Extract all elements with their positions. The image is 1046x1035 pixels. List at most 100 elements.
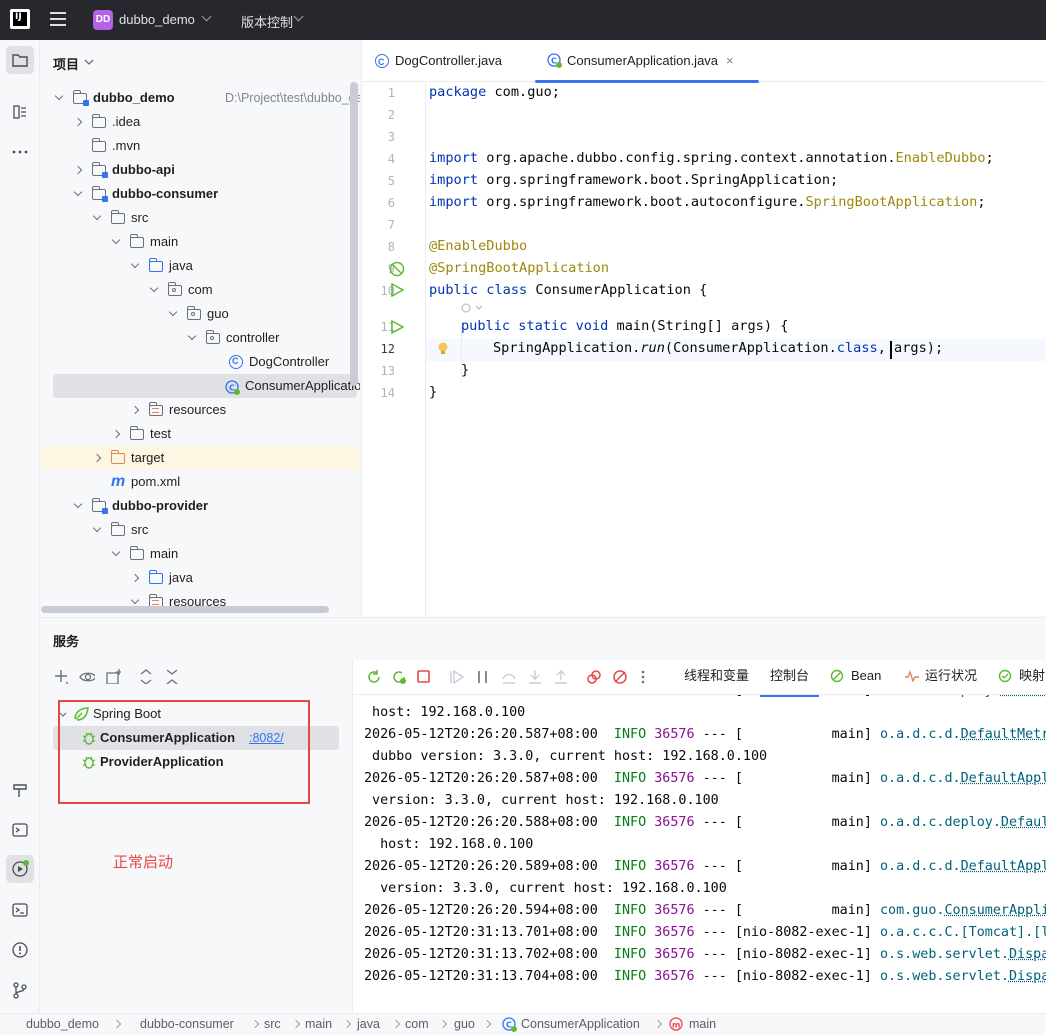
chevron-down-icon[interactable] [130, 259, 140, 269]
code-line-11[interactable]: public static void main(String[] args) { [461, 318, 788, 334]
structure-tool-button[interactable] [6, 98, 34, 126]
vcs-menu[interactable]: 版本控制 [241, 12, 293, 31]
code-line-8[interactable]: @EnableDubbo [429, 238, 527, 254]
project-badge[interactable]: DD [93, 10, 113, 30]
mute-breakpoints-icon[interactable] [612, 669, 628, 685]
no-spring-icon[interactable] [389, 261, 405, 277]
breadcrumb-item[interactable]: dubbo-consumer [140, 1017, 234, 1031]
tree-item[interactable]: resources [41, 398, 360, 422]
tree-item[interactable]: main [41, 542, 360, 566]
tree-item[interactable]: controller [41, 326, 360, 350]
chevron-down-icon[interactable] [73, 187, 83, 197]
chevron-right-icon[interactable] [111, 429, 121, 439]
expand-all-icon[interactable] [138, 668, 154, 684]
breadcrumb-item[interactable]: ConsumerApplication [521, 1017, 640, 1031]
chevron-down-icon[interactable] [111, 235, 121, 245]
stop-icon[interactable] [416, 669, 432, 685]
collapse-all-icon[interactable] [164, 668, 180, 684]
tree-item[interactable]: main [41, 230, 360, 254]
tree-item[interactable]: src [41, 518, 360, 542]
tab-threads-variables[interactable]: 线程和变量 [684, 660, 749, 694]
run-gutter-icon[interactable] [390, 283, 404, 297]
code-line-4[interactable]: import org.apache.dubbo.config.spring.co… [429, 150, 994, 166]
tree-item[interactable]: .idea [41, 110, 360, 134]
problems-tool-button[interactable] [6, 936, 34, 964]
chevron-down-icon[interactable] [73, 499, 83, 509]
inlay-hint-icon[interactable] [461, 302, 485, 314]
tree-item[interactable]: C DogController [41, 350, 360, 374]
git-tool-button[interactable] [6, 976, 34, 1004]
rerun-icon[interactable] [365, 668, 383, 686]
tree-item[interactable]: src [41, 206, 360, 230]
breadcrumb-item[interactable]: main [305, 1017, 332, 1031]
code-line-1[interactable]: package com.guo; [429, 84, 560, 100]
chevron-down-icon[interactable] [54, 91, 64, 101]
tree-item[interactable]: .mvn [41, 134, 360, 158]
add-service-icon[interactable] [53, 668, 69, 684]
breadcrumb-item[interactable]: guo [454, 1017, 475, 1031]
tree-item[interactable]: dubbo-api [41, 158, 360, 182]
new-group-icon[interactable] [105, 668, 121, 684]
breadcrumb-item[interactable]: dubbo_demo [26, 1017, 99, 1031]
tree-vertical-scrollbar[interactable] [350, 82, 358, 386]
chevron-down-icon[interactable] [201, 11, 212, 22]
step-into-icon[interactable] [527, 669, 543, 685]
lightbulb-icon[interactable] [437, 341, 449, 357]
tree-item[interactable]: java [41, 254, 360, 278]
code-line-5[interactable]: import org.springframework.boot.SpringAp… [429, 172, 838, 188]
tab-dogcontroller[interactable]: C DogController.java [375, 40, 515, 82]
chevron-down-icon[interactable] [92, 211, 102, 221]
tree-item[interactable]: dubbo-provider [41, 494, 360, 518]
project-tool-button[interactable] [6, 46, 34, 74]
code-line-9[interactable]: @SpringBootApplication [429, 260, 609, 276]
breadcrumb-item[interactable]: com [405, 1017, 429, 1031]
code-line-13[interactable]: } [461, 362, 469, 378]
tree-item[interactable]: dubbo-consumer [41, 182, 360, 206]
main-menu-icon[interactable] [50, 12, 66, 26]
tree-item[interactable]: test [41, 422, 360, 446]
more-vertical-icon[interactable] [639, 669, 647, 685]
run-services-tool-button[interactable] [6, 855, 34, 883]
tree-item[interactable]: m pom.xml [41, 470, 360, 494]
step-over-icon[interactable] [501, 669, 517, 685]
tree-item[interactable]: target [41, 446, 360, 470]
step-out-icon[interactable] [553, 669, 569, 685]
project-switcher[interactable]: dubbo_demo [119, 12, 195, 27]
close-tab-icon[interactable]: × [726, 40, 734, 82]
run-gutter-icon[interactable] [390, 320, 404, 334]
breadcrumb-item[interactable]: src [264, 1017, 281, 1031]
rerun-debug-icon[interactable] [390, 668, 408, 686]
code-line-10[interactable]: public class ConsumerApplication { [429, 282, 707, 298]
services-tool-button[interactable] [6, 816, 34, 844]
chevron-down-icon[interactable] [187, 331, 197, 341]
chevron-right-icon[interactable] [73, 117, 83, 127]
breadcrumb-item[interactable]: main [689, 1017, 716, 1031]
chevron-right-icon[interactable] [92, 453, 102, 463]
chevron-down-icon[interactable] [168, 307, 178, 317]
tab-console[interactable]: 控制台 [759, 660, 820, 697]
breadcrumb-item[interactable]: java [357, 1017, 380, 1031]
chevron-right-icon[interactable] [130, 405, 140, 415]
tree-item[interactable]: C ConsumerApplication [53, 374, 360, 398]
eye-icon[interactable] [79, 668, 95, 684]
tree-item[interactable]: guo [41, 302, 360, 326]
code-line-6[interactable]: import org.springframework.boot.autoconf… [429, 194, 986, 210]
tree-item[interactable]: dubbo_demo D:\Project\test\dubbo_demo [41, 86, 360, 110]
chevron-right-icon[interactable] [130, 573, 140, 583]
chevron-down-icon[interactable] [293, 11, 304, 22]
chevron-down-icon[interactable] [111, 547, 121, 557]
pause-icon[interactable] [475, 669, 491, 685]
code-line-14[interactable]: } [429, 384, 437, 400]
terminal-tool-button[interactable] [6, 896, 34, 924]
chevron-right-icon[interactable] [73, 165, 83, 175]
project-panel-title[interactable]: 项目 [53, 54, 79, 73]
chevron-down-icon[interactable] [130, 595, 140, 605]
chevron-down-icon[interactable] [92, 523, 102, 533]
code-line-12[interactable]: SpringApplication.run(ConsumerApplicatio… [493, 340, 943, 356]
view-breakpoints-icon[interactable] [586, 669, 602, 685]
chevron-down-icon[interactable] [84, 57, 94, 67]
chevron-down-icon[interactable] [149, 283, 159, 293]
more-tools-button[interactable] [6, 138, 34, 166]
build-tool-button[interactable] [6, 776, 34, 804]
tree-item[interactable]: java [41, 566, 360, 590]
